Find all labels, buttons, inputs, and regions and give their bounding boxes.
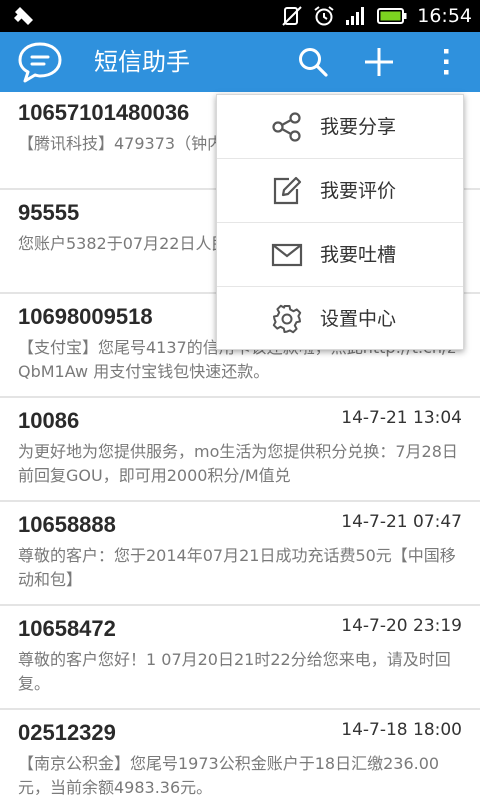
more-vertical-icon <box>444 49 449 75</box>
menu-item-label: 我要评价 <box>320 180 397 202</box>
menu-item-label: 我要吐槽 <box>320 244 397 266</box>
share-icon <box>272 112 301 142</box>
message-date: 14-7-20 23:19 <box>341 616 462 636</box>
message-date: 14-7-21 07:47 <box>341 512 462 532</box>
message-row[interactable]: 02512329 14-7-18 18:00 【南京公积金】您尾号1973公积金… <box>0 710 480 800</box>
menu-item-share[interactable]: 我要分享 <box>217 95 463 159</box>
message-row[interactable]: 10086 14-7-21 13:04 为更好地为您提供服务，mo生活为您提供积… <box>0 398 480 502</box>
app-title: 短信助手 <box>94 48 190 76</box>
gear-icon <box>272 304 302 334</box>
message-body: 【南京公积金】您尾号1973公积金账户于18日汇缴236.00元，当前余额498… <box>18 754 440 797</box>
message-row[interactable]: 10658888 14-7-21 07:47 尊敬的客户：您于2014年07月2… <box>0 502 480 606</box>
signal-icon <box>346 7 365 25</box>
mute-icon <box>282 6 302 26</box>
status-bar: 16:54 <box>0 0 480 32</box>
alarm-icon <box>314 6 334 26</box>
action-bar: 短信助手 <box>0 32 480 92</box>
battery-icon <box>377 8 407 24</box>
chat-bubble-icon[interactable] <box>16 40 64 84</box>
message-body: 尊敬的客户：您于2014年07月21日成功充话费50元【中国移动和包】 <box>18 546 456 589</box>
search-icon <box>299 48 328 77</box>
menu-item-rate[interactable]: 我要评价 <box>217 159 463 223</box>
menu-item-label: 设置中心 <box>320 308 397 330</box>
menu-item-settings[interactable]: 设置中心 <box>217 287 463 351</box>
edit-icon <box>273 176 302 205</box>
message-date: 14-7-21 13:04 <box>341 408 462 428</box>
overflow-menu-button[interactable] <box>418 32 474 92</box>
plus-icon <box>365 48 393 76</box>
message-date: 14-7-18 18:00 <box>341 720 462 740</box>
overflow-menu: 我要分享 我要评价 我要吐槽 设置中心 <box>216 94 464 350</box>
message-row[interactable]: 10658472 14-7-20 23:19 尊敬的客户您好！1 07月20日2… <box>0 606 480 710</box>
clock: 16:54 <box>417 5 472 27</box>
message-body: 为更好地为您提供服务，mo生活为您提供积分兑换：7月28日前回复GOU，即可用2… <box>18 442 458 485</box>
add-button[interactable] <box>351 32 407 92</box>
menu-item-label: 我要分享 <box>320 116 397 138</box>
message-body: 尊敬的客户您好！1 07月20日21时22分给您来电，请及时回复。 <box>18 650 451 693</box>
mail-icon <box>271 243 303 267</box>
search-button[interactable] <box>285 32 341 92</box>
notification-icon <box>14 7 33 25</box>
menu-item-feedback[interactable]: 我要吐槽 <box>217 223 463 287</box>
